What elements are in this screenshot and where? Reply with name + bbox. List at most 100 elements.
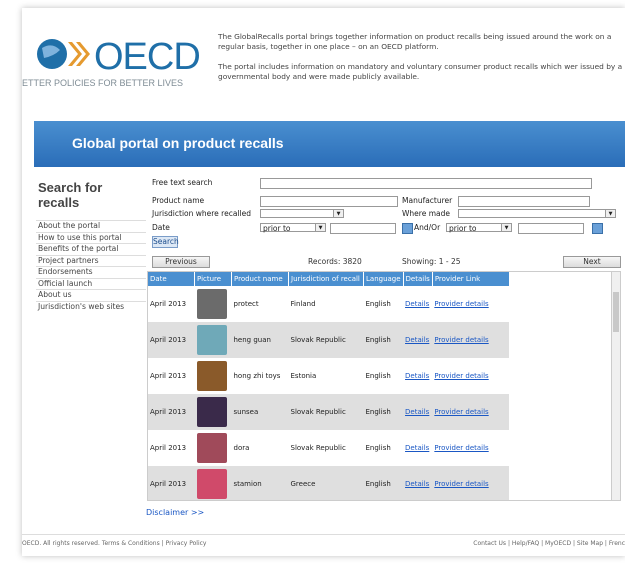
cell-language: English bbox=[363, 322, 404, 358]
provider-details-link[interactable]: Provider details bbox=[434, 444, 488, 452]
cell-picture[interactable] bbox=[195, 430, 232, 466]
oecd-logo[interactable]: OECD ETTER POLICIES FOR BETTER LIVES bbox=[22, 34, 212, 94]
cell-jurisdiction: Slovak Republic bbox=[288, 394, 364, 430]
sidebar-item-about-us[interactable]: About us bbox=[36, 289, 146, 301]
provider-details-link[interactable]: Provider details bbox=[434, 372, 488, 380]
cell-product: protect bbox=[233, 300, 259, 308]
chevron-down-icon: ▼ bbox=[501, 224, 511, 231]
sidebar-item-about-portal[interactable]: About the portal bbox=[36, 220, 146, 232]
scrollbar-thumb[interactable] bbox=[613, 292, 619, 332]
sidebar-item-how-to-use[interactable]: How to use this portal bbox=[36, 231, 146, 244]
cell-language: English bbox=[365, 300, 391, 308]
date-operator-value-2: prior to bbox=[449, 224, 477, 233]
product-thumbnail[interactable] bbox=[196, 397, 227, 427]
cell-product: stamion bbox=[231, 466, 289, 500]
table-row: April 2013 dora Slovak Republic English … bbox=[148, 430, 509, 466]
table-row: April 2013 heng guan Slovak Republic Eng… bbox=[148, 322, 510, 358]
jurisdiction-label: Jurisdiction where recalled bbox=[152, 209, 251, 218]
cell-picture[interactable] bbox=[194, 466, 232, 500]
sidebar-item-jurisdiction-sites[interactable]: Jurisdiction's web sites bbox=[36, 300, 146, 313]
search-button[interactable]: Search bbox=[152, 236, 179, 248]
table-row: April 2013 hong zhi toys Estonia English… bbox=[148, 358, 509, 394]
sidebar-item-endorsements[interactable]: Endorsements bbox=[36, 266, 146, 278]
provider-details-link[interactable]: Provider details bbox=[434, 408, 488, 416]
cell-picture[interactable] bbox=[194, 394, 232, 430]
table-scrollbar[interactable] bbox=[611, 272, 620, 500]
footer-left: OECD. All rights reserved. Terms & Condi… bbox=[22, 540, 206, 547]
cell-details: Details bbox=[403, 430, 432, 466]
cell-details: Details bbox=[403, 466, 433, 500]
column-header-product[interactable]: Product name bbox=[231, 272, 289, 286]
column-header-details[interactable]: Details bbox=[403, 272, 433, 286]
cell-details: Details bbox=[403, 394, 433, 430]
sidebar-item-partners[interactable]: Project partners bbox=[36, 254, 146, 267]
details-link[interactable]: Details bbox=[405, 480, 429, 488]
cell-details: Details bbox=[403, 322, 433, 358]
provider-details-link[interactable]: Provider details bbox=[434, 300, 488, 308]
jurisdiction-select[interactable]: ▼ bbox=[260, 209, 344, 218]
cell-picture[interactable] bbox=[194, 322, 232, 358]
calendar-icon[interactable] bbox=[402, 223, 413, 234]
intro-text: The GlobalRecalls portal brings together… bbox=[218, 32, 625, 92]
product-thumbnail[interactable] bbox=[196, 325, 227, 355]
cell-jurisdiction: Greece bbox=[288, 466, 364, 500]
date-operator-select-1[interactable]: prior to ▼ bbox=[260, 223, 326, 233]
details-link[interactable]: Details bbox=[405, 408, 429, 416]
cell-provider: Provider details bbox=[432, 466, 510, 500]
where-made-select[interactable]: ▼ bbox=[458, 209, 616, 218]
footer-links-right[interactable]: Contact Us | Help/FAQ | MyOECD | Site Ma… bbox=[473, 540, 625, 547]
cell-product: sunsea bbox=[231, 394, 289, 430]
cell-date: April 2013 bbox=[150, 372, 187, 380]
calendar-icon[interactable] bbox=[592, 223, 603, 234]
sidebar: Search for recalls About the portal How … bbox=[36, 174, 146, 312]
date-input-1[interactable] bbox=[330, 223, 396, 234]
cell-jurisdiction: Slovak Republic bbox=[290, 444, 346, 452]
cell-date: April 2013 bbox=[148, 394, 195, 430]
manufacturer-label: Manufacturer bbox=[402, 196, 453, 205]
details-link[interactable]: Details bbox=[405, 336, 429, 344]
previous-button[interactable]: Previous bbox=[152, 256, 210, 268]
column-header-jurisdiction[interactable]: Jurisdiction of recall bbox=[288, 272, 364, 286]
next-button[interactable]: Next bbox=[563, 256, 621, 268]
page-title: Global portal on product recalls bbox=[72, 135, 284, 151]
intro-paragraph-2: The portal includes information on manda… bbox=[218, 62, 623, 81]
details-link[interactable]: Details bbox=[405, 444, 429, 452]
cell-picture[interactable] bbox=[195, 358, 232, 394]
details-link[interactable]: Details bbox=[405, 300, 429, 308]
product-name-input[interactable] bbox=[260, 196, 398, 207]
provider-details-link[interactable]: Provider details bbox=[434, 480, 488, 488]
product-thumbnail[interactable] bbox=[196, 433, 227, 463]
details-link[interactable]: Details bbox=[405, 372, 429, 380]
copyright-text: OECD. All rights reserved. bbox=[22, 540, 100, 547]
cell-picture[interactable] bbox=[195, 286, 232, 322]
provider-details-link[interactable]: Provider details bbox=[434, 336, 488, 344]
column-header-date[interactable]: Date bbox=[148, 272, 195, 286]
free-text-input[interactable] bbox=[260, 178, 592, 189]
column-header-picture[interactable]: Picture bbox=[194, 272, 232, 286]
date-operator-select-2[interactable]: prior to ▼ bbox=[446, 223, 512, 233]
manufacturer-input[interactable] bbox=[458, 196, 590, 207]
where-made-label: Where made bbox=[402, 209, 450, 218]
product-thumbnail[interactable] bbox=[196, 361, 227, 391]
disclaimer-link[interactable]: Disclaimer >> bbox=[146, 508, 204, 517]
sidebar-item-benefits[interactable]: Benefits of the portal bbox=[36, 243, 146, 255]
sidebar-item-launch[interactable]: Official launch bbox=[36, 277, 146, 290]
product-thumbnail[interactable] bbox=[196, 289, 227, 319]
page-footer: OECD. All rights reserved. Terms & Condi… bbox=[22, 534, 625, 547]
and-or-label: And/Or bbox=[414, 223, 441, 232]
cell-provider: Provider details bbox=[432, 286, 509, 322]
oecd-globe-icon bbox=[37, 39, 90, 69]
column-header-provider[interactable]: Provider Link bbox=[432, 272, 510, 286]
cell-jurisdiction: Finland bbox=[290, 300, 316, 308]
chevron-down-icon: ▼ bbox=[333, 210, 343, 217]
cell-details: Details bbox=[403, 358, 432, 394]
logo-tagline: ETTER POLICIES FOR BETTER LIVES bbox=[22, 78, 184, 88]
cell-language: English bbox=[365, 444, 391, 452]
cell-product: heng guan bbox=[231, 322, 289, 358]
column-header-language[interactable]: Language bbox=[363, 272, 404, 286]
cell-details: Details bbox=[403, 286, 432, 322]
free-text-label: Free text search bbox=[152, 178, 213, 187]
footer-links-left[interactable]: Terms & Conditions | Privacy Policy bbox=[102, 540, 207, 547]
product-thumbnail[interactable] bbox=[196, 469, 227, 499]
date-input-2[interactable] bbox=[518, 223, 584, 234]
